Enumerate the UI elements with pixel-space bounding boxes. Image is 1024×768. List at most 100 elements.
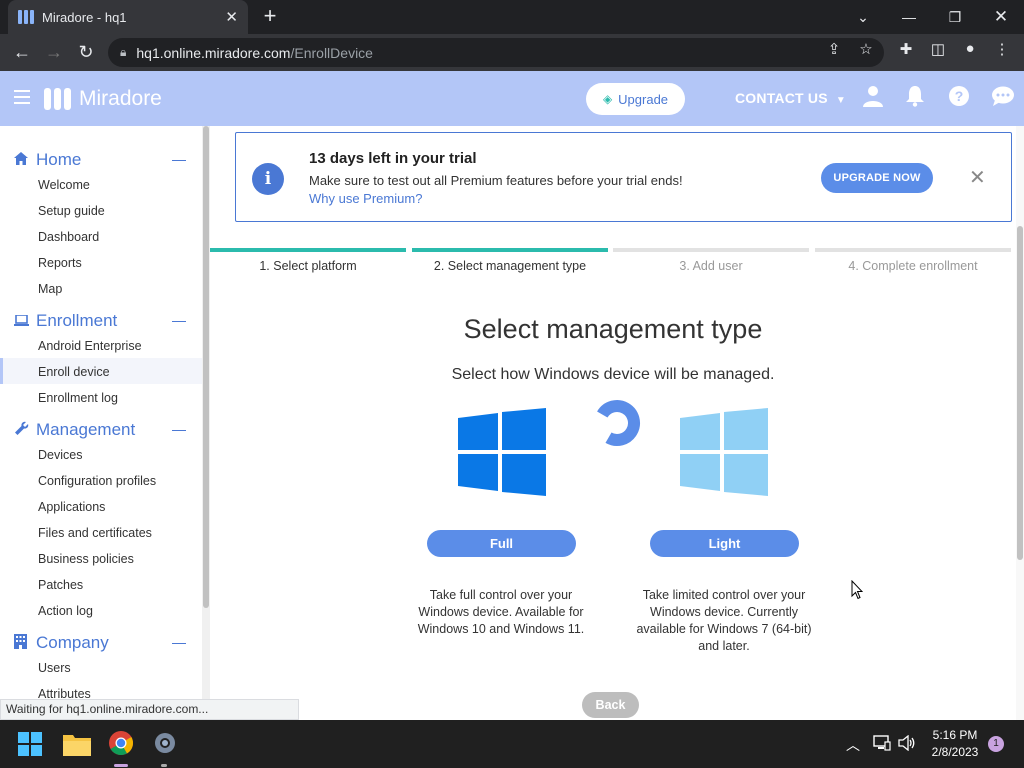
sidebar-item-setup-guide[interactable]: Setup guide <box>38 204 105 218</box>
why-premium-link[interactable]: Why use Premium? <box>309 191 422 206</box>
building-icon <box>14 634 32 652</box>
sidebar-scrollbar[interactable] <box>202 126 210 720</box>
sidebar-item-business-policies[interactable]: Business policies <box>38 552 134 566</box>
url-host: hq1.online.miradore.com <box>136 44 291 61</box>
light-desc-line: available for Windows 7 (64-bit) <box>636 622 812 636</box>
menu-kebab-icon[interactable]: ⋮ <box>992 40 1012 58</box>
bell-icon[interactable] <box>902 85 928 111</box>
sidebar-section-company[interactable]: Company <box>14 633 186 653</box>
upgrade-button[interactable]: ◈ Upgrade <box>586 83 685 115</box>
user-icon[interactable] <box>860 85 886 111</box>
enrollment-steps: 1. Select platform 2. Select management … <box>210 248 1016 278</box>
step-progress-bar <box>613 248 809 252</box>
main-scrollbar[interactable] <box>1016 126 1024 720</box>
step-label: 4. Complete enrollment <box>848 259 978 273</box>
full-description: Take full control over your Windows devi… <box>411 587 591 638</box>
sidebar-item-devices[interactable]: Devices <box>38 448 82 462</box>
share-icon[interactable]: ⇪ <box>824 40 844 58</box>
browser-status-bar: Waiting for hq1.online.miradore.com... <box>0 699 299 720</box>
sidebar-item-configuration-profiles[interactable]: Configuration profiles <box>38 474 156 488</box>
wrench-icon <box>14 421 32 439</box>
miradore-logo-icon <box>44 88 71 110</box>
back-button[interactable]: Back <box>582 692 639 718</box>
laptop-icon <box>14 313 32 329</box>
sidebar-item-enroll-device[interactable]: Enroll device <box>38 365 110 379</box>
sidebar-item-reports[interactable]: Reports <box>38 256 82 270</box>
bookmark-star-icon[interactable]: ☆ <box>856 40 876 58</box>
sidebar-item-action-log[interactable]: Action log <box>38 604 93 618</box>
sidebar-item-android-enterprise[interactable]: Android Enterprise <box>38 339 142 353</box>
sidebar-item-enrollment-log[interactable]: Enrollment log <box>38 391 118 405</box>
windows-start-icon[interactable] <box>18 732 42 756</box>
step-add-user: 3. Add user <box>613 248 809 278</box>
sidebar-item-welcome[interactable]: Welcome <box>38 178 90 192</box>
sidebar-item-applications[interactable]: Applications <box>38 500 105 514</box>
diamond-icon: ◈ <box>602 92 613 106</box>
close-icon[interactable]: ✕ <box>969 165 986 190</box>
forward-arrow-icon[interactable]: → <box>42 40 66 64</box>
brand-logo[interactable]: Miradore <box>44 87 162 111</box>
hamburger-menu-icon[interactable] <box>14 90 30 104</box>
full-button[interactable]: Full <box>427 530 576 557</box>
browser-toolbar: ← → ↻ 🔒︎ hq1.online.miradore.com/EnrollD… <box>0 34 1024 71</box>
collapse-icon[interactable] <box>172 429 186 431</box>
sidebar-item-users[interactable]: Users <box>38 661 71 675</box>
trial-text: Make sure to test out all Premium featur… <box>309 173 683 188</box>
volume-icon[interactable] <box>898 734 916 754</box>
network-icon[interactable] <box>873 735 891 754</box>
home-icon <box>14 152 32 168</box>
sidebar-section-management[interactable]: Management <box>14 420 186 440</box>
info-icon: i <box>252 163 284 195</box>
light-button[interactable]: Light <box>650 530 799 557</box>
sidebar-item-dashboard[interactable]: Dashboard <box>38 230 99 244</box>
tab-close-icon[interactable]: ✕ <box>225 8 238 26</box>
settings-gear-icon[interactable] <box>152 730 178 756</box>
file-explorer-icon[interactable] <box>63 732 91 756</box>
collapse-icon[interactable] <box>172 642 186 644</box>
section-label: Company <box>36 633 109 652</box>
caret-down-icon: ▼ <box>835 95 846 106</box>
windows-logo-light-icon[interactable] <box>680 408 768 496</box>
main-content: i 13 days left in your trial Make sure t… <box>210 126 1024 720</box>
chevron-up-icon[interactable]: ︿ <box>846 735 860 755</box>
browser-tab[interactable]: Miradore - hq1 ✕ <box>8 0 248 34</box>
collapse-icon[interactable] <box>172 320 186 322</box>
page-title: Select management type <box>463 314 763 344</box>
miradore-favicon-icon <box>18 10 34 24</box>
restore-button[interactable]: ❐ <box>932 0 978 34</box>
tab-title: Miradore - hq1 <box>42 9 127 25</box>
contact-us-label: CONTACT US <box>735 90 828 106</box>
taskbar-clock[interactable]: 5:16 PM 2/8/2023 <box>925 727 985 761</box>
sidebar-item-patches[interactable]: Patches <box>38 578 83 592</box>
windows-logo-full-icon[interactable] <box>458 408 546 496</box>
step-progress-bar <box>815 248 1011 252</box>
trial-title: 13 days left in your trial <box>309 150 477 167</box>
sidebar-section-enrollment[interactable]: Enrollment <box>14 311 186 331</box>
upgrade-now-button[interactable]: UPGRADE NOW <box>821 163 933 193</box>
sidepanel-icon[interactable]: ◫ <box>928 40 948 58</box>
light-description: Take limited control over your Windows d… <box>634 587 814 655</box>
back-arrow-icon[interactable]: ← <box>10 40 34 64</box>
chrome-icon[interactable] <box>108 730 134 756</box>
notification-badge[interactable]: 1 <box>988 736 1004 752</box>
address-bar[interactable]: 🔒︎ hq1.online.miradore.com/EnrollDevice <box>108 38 884 67</box>
extensions-icon[interactable]: ✚ <box>896 40 916 58</box>
new-tab-button[interactable]: + <box>258 4 282 28</box>
mouse-cursor-icon <box>851 580 863 600</box>
lock-icon[interactable]: 🔒︎ <box>120 45 126 60</box>
chat-icon[interactable] <box>990 85 1016 111</box>
full-desc-line: Take full control over your <box>429 588 573 602</box>
minimize-button[interactable]: — <box>886 0 932 34</box>
sidebar-item-files-and-certificates[interactable]: Files and certificates <box>38 526 152 540</box>
profile-icon[interactable]: ● <box>960 40 980 57</box>
clock-date: 2/8/2023 <box>931 745 979 759</box>
collapse-icon[interactable] <box>172 159 186 161</box>
reload-icon[interactable]: ↻ <box>74 40 98 64</box>
sidebar-section-home[interactable]: Home <box>14 150 186 170</box>
close-window-button[interactable]: ✕ <box>978 0 1024 34</box>
help-icon[interactable]: ? <box>946 85 972 111</box>
light-desc-line: Windows device. Currently <box>650 605 798 619</box>
sidebar-item-map[interactable]: Map <box>38 282 62 296</box>
contact-us-menu[interactable]: CONTACT US ▼ <box>735 90 846 106</box>
tab-search-icon[interactable]: ⌄ <box>840 0 886 34</box>
